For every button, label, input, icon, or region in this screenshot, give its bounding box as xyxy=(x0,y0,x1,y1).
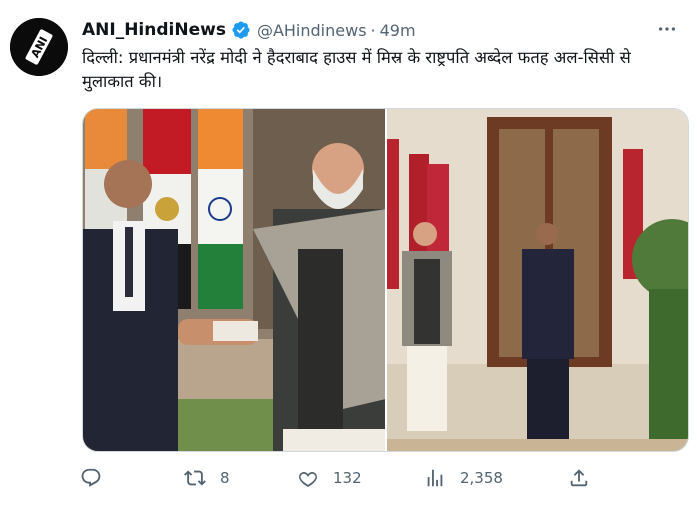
display-name[interactable]: ANI_HindiNews xyxy=(82,20,226,40)
tweet[interactable]: ANI ANI_HindiNews @AHindinews · 49m दिल्… xyxy=(0,0,697,511)
timestamp[interactable]: 49m xyxy=(380,21,416,40)
more-options-button[interactable] xyxy=(652,16,682,42)
reply-button[interactable] xyxy=(80,462,116,494)
tweet-header: ANI_HindiNews @AHindinews · 49m xyxy=(82,18,416,42)
like-count: 132 xyxy=(333,469,362,487)
share-button[interactable] xyxy=(568,462,604,494)
tweet-actions: 8 132 2,358 xyxy=(80,462,600,494)
retweet-count: 8 xyxy=(220,469,230,487)
avatar[interactable]: ANI xyxy=(10,18,68,76)
reply-icon xyxy=(81,468,101,487)
tweet-media[interactable] xyxy=(82,108,689,452)
photo-walking[interactable] xyxy=(387,109,688,451)
verified-badge-icon xyxy=(231,20,251,40)
retweet-button[interactable]: 8 xyxy=(184,462,230,494)
share-icon xyxy=(570,469,588,487)
handle[interactable]: @AHindinews xyxy=(257,21,367,40)
more-icon xyxy=(658,27,676,31)
photo-handshake[interactable] xyxy=(83,109,385,451)
views-button[interactable]: 2,358 xyxy=(424,462,503,494)
ani-logo-icon: ANI xyxy=(10,18,68,76)
heart-icon xyxy=(299,472,317,487)
tweet-text: दिल्ली: प्रधानमंत्री नरेंद्र मोदी ने हैद… xyxy=(82,48,631,91)
like-button[interactable]: 132 xyxy=(297,462,362,494)
views-icon xyxy=(427,469,443,487)
separator-dot: · xyxy=(370,20,376,40)
retweet-icon xyxy=(184,470,206,486)
views-count: 2,358 xyxy=(460,469,503,487)
